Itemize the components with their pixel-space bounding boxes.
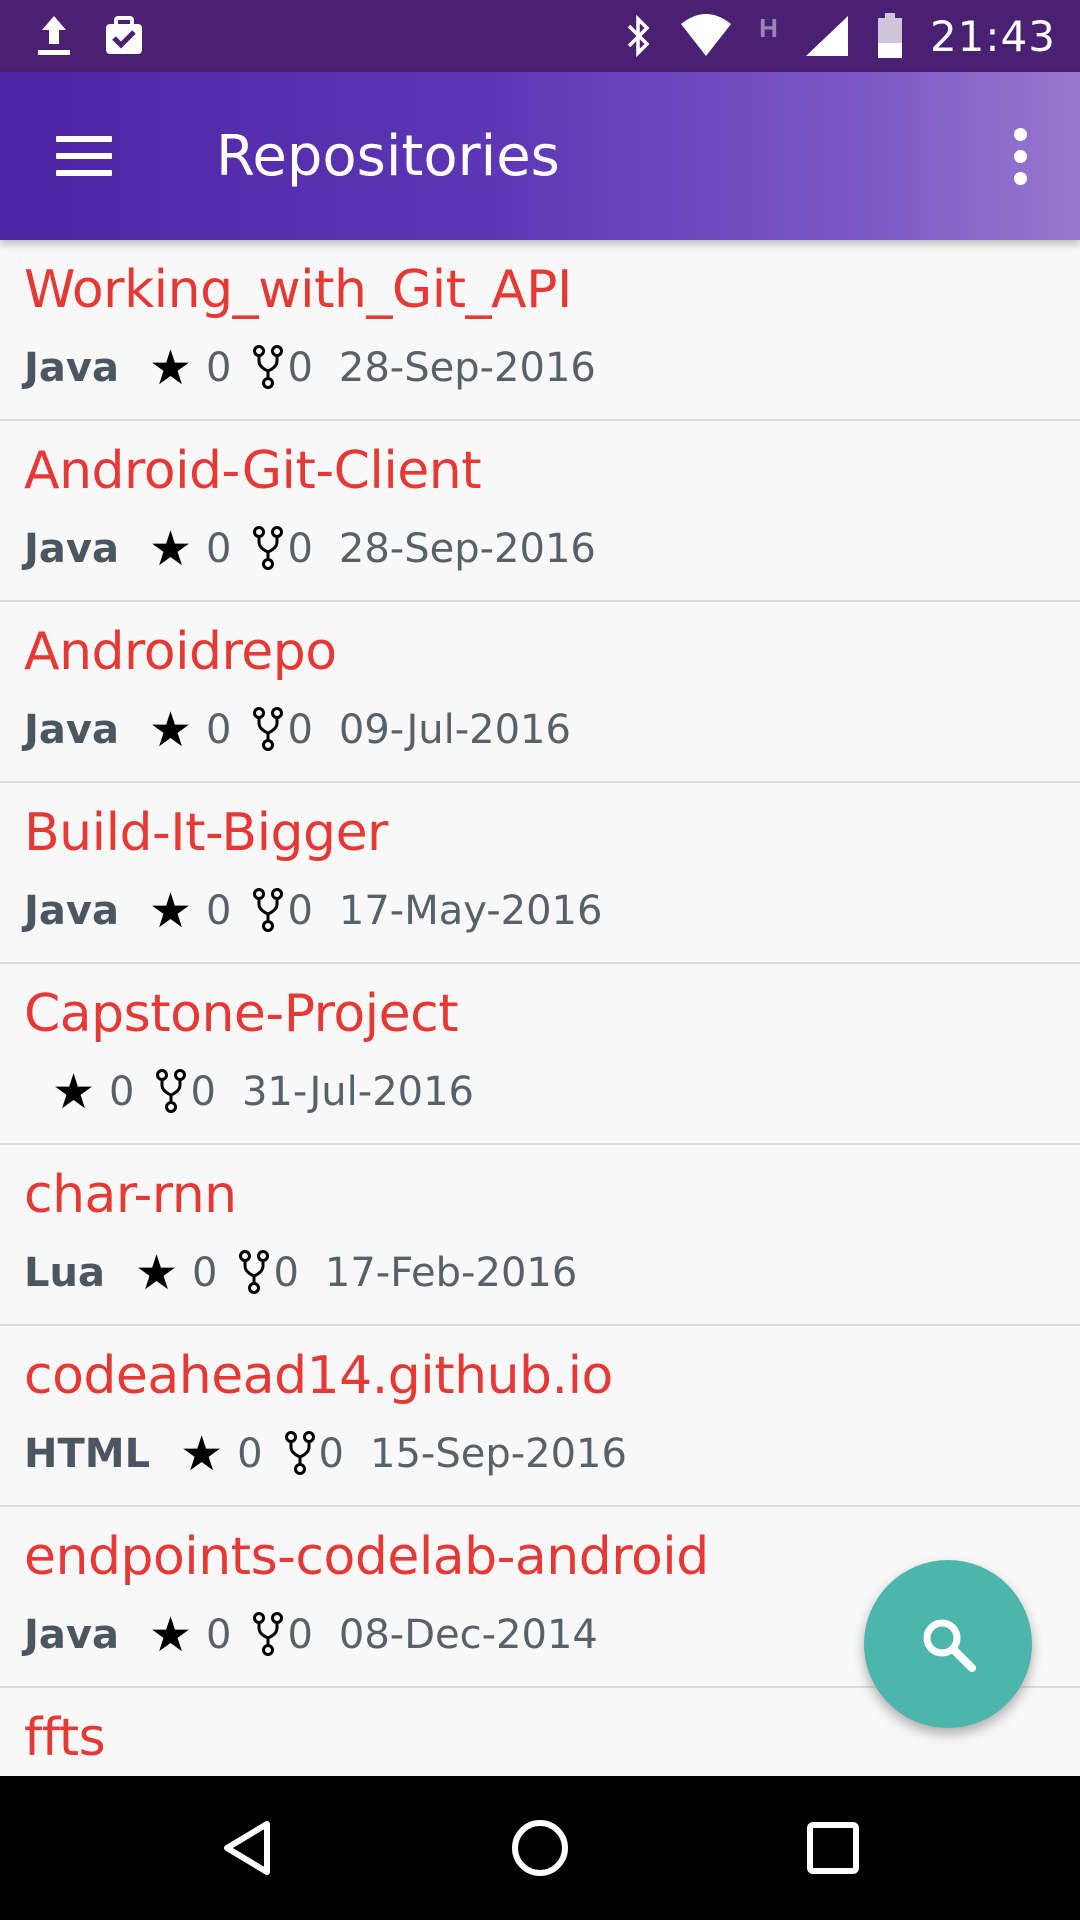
star-icon: ★ xyxy=(148,702,192,758)
repo-meta: HTML ★ 0 0 15-Sep-2016 xyxy=(24,1424,627,1484)
star-icon: ★ xyxy=(148,1607,192,1663)
list-item[interactable]: Androidrepo Java ★ 0 0 09-Jul-2016 xyxy=(0,602,1080,783)
star-count: 0 xyxy=(205,526,232,572)
repo-date: 28-Sep-2016 xyxy=(338,345,596,391)
battery-icon xyxy=(876,13,904,59)
star-count: 0 xyxy=(237,1431,263,1477)
repo-date: 17-Feb-2016 xyxy=(324,1250,578,1296)
repo-date: 31-Jul-2016 xyxy=(241,1069,474,1115)
repo-language: Java xyxy=(24,707,119,753)
star-count: 0 xyxy=(205,345,232,391)
fork-icon xyxy=(253,526,284,570)
recents-icon xyxy=(807,1822,860,1874)
app-bar: Repositories xyxy=(0,72,1080,240)
status-bar: H 21:43 xyxy=(0,0,1080,72)
list-item[interactable]: char-rnn Lua ★ 0 0 17-Feb-2016 xyxy=(0,1145,1080,1326)
fork-icon xyxy=(253,707,284,751)
repo-language: Lua xyxy=(24,1250,105,1296)
star-count: 0 xyxy=(109,1069,135,1115)
fork-icon xyxy=(284,1431,315,1475)
overflow-menu-button[interactable] xyxy=(960,72,1080,240)
repo-name: endpoints-codelab-android xyxy=(24,1527,709,1587)
repo-name: Capstone-Project xyxy=(24,984,459,1044)
list-item[interactable]: codeahead14.github.io HTML ★ 0 0 15-Sep-… xyxy=(0,1326,1080,1507)
search-icon xyxy=(923,1619,976,1672)
star-icon: ★ xyxy=(148,883,192,939)
repo-meta: Java ★ 0 0 17-May-2016 xyxy=(24,881,602,941)
repo-name: codeahead14.github.io xyxy=(24,1346,613,1406)
star-icon: ★ xyxy=(180,1426,224,1482)
bluetooth-icon xyxy=(623,14,653,58)
repo-list[interactable]: Working_with_Git_API Java ★ 0 0 28-Sep-2… xyxy=(0,240,1080,1776)
list-item[interactable]: Working_with_Git_API Java ★ 0 0 28-Sep-2… xyxy=(0,240,1080,421)
fork-count: 0 xyxy=(273,1250,299,1296)
repo-language: Java xyxy=(24,1612,119,1658)
repo-name: Android-Git-Client xyxy=(24,441,482,501)
home-icon xyxy=(511,1820,568,1876)
back-button[interactable] xyxy=(187,1788,307,1908)
repo-language: Java xyxy=(24,526,119,572)
repo-language: HTML xyxy=(24,1431,151,1477)
menu-button[interactable] xyxy=(0,72,168,240)
star-icon: ★ xyxy=(148,340,192,396)
repo-language: Java xyxy=(24,888,119,934)
recents-button[interactable] xyxy=(773,1788,893,1908)
star-icon: ★ xyxy=(134,1245,178,1301)
clipboard-check-icon xyxy=(102,14,146,58)
star-count: 0 xyxy=(205,888,232,934)
search-fab-button[interactable] xyxy=(864,1560,1032,1728)
star-count: 0 xyxy=(205,707,232,753)
star-count: 0 xyxy=(205,1612,232,1658)
list-item[interactable]: Capstone-Project ★ 0 0 31-Jul-2016 xyxy=(0,964,1080,1145)
fork-count: 0 xyxy=(287,345,313,391)
repo-meta: Java ★ 0 0 08-Dec-2014 xyxy=(24,1605,598,1665)
fork-count: 0 xyxy=(287,1612,313,1658)
wifi-icon xyxy=(679,14,733,58)
list-item[interactable]: Android-Git-Client Java ★ 0 0 28-Sep-201… xyxy=(0,421,1080,602)
repo-date: 17-May-2016 xyxy=(338,888,603,934)
more-vertical-icon xyxy=(1013,127,1027,141)
fork-icon xyxy=(253,888,284,932)
repo-meta: Java ★ 0 0 28-Sep-2016 xyxy=(24,338,596,398)
star-count: 0 xyxy=(192,1250,218,1296)
signal-icon xyxy=(804,14,850,58)
repo-meta: Java ★ 0 0 09-Jul-2016 xyxy=(24,700,571,760)
back-icon xyxy=(223,1821,270,1875)
upload-icon xyxy=(36,14,72,58)
repo-date: 09-Jul-2016 xyxy=(338,707,571,753)
repo-date: 15-Sep-2016 xyxy=(370,1431,627,1477)
fork-count: 0 xyxy=(287,888,313,934)
fork-icon xyxy=(239,1250,270,1294)
page-title: Repositories xyxy=(216,123,560,189)
repo-meta: Java ★ 0 0 28-Sep-2016 xyxy=(24,519,596,579)
repo-name: Build-It-Bigger xyxy=(24,803,388,863)
repo-name: Androidrepo xyxy=(24,622,337,682)
hamburger-menu-icon xyxy=(56,136,112,176)
repo-name: char-rnn xyxy=(24,1165,237,1225)
repo-name: Working_with_Git_API xyxy=(24,260,572,320)
fork-count: 0 xyxy=(190,1069,216,1115)
fork-count: 0 xyxy=(287,707,313,753)
status-time: 21:43 xyxy=(929,11,1056,61)
fork-icon xyxy=(253,345,284,389)
star-icon: ★ xyxy=(52,1064,96,1120)
system-nav-bar xyxy=(0,1776,1080,1920)
fork-icon xyxy=(156,1069,187,1113)
fork-count: 0 xyxy=(287,526,313,572)
repo-language: Java xyxy=(24,345,119,391)
repo-date: 08-Dec-2014 xyxy=(338,1612,598,1658)
star-icon: ★ xyxy=(148,521,192,577)
h-network-icon: H xyxy=(759,12,778,43)
fork-count: 0 xyxy=(318,1431,344,1477)
home-button[interactable] xyxy=(480,1788,600,1908)
repo-name: ffts xyxy=(24,1708,106,1768)
repo-meta: Lua ★ 0 0 17-Feb-2016 xyxy=(24,1243,577,1303)
repo-date: 28-Sep-2016 xyxy=(338,526,596,572)
fork-icon xyxy=(253,1612,284,1656)
repo-meta: ★ 0 0 31-Jul-2016 xyxy=(24,1062,474,1122)
list-item[interactable]: Build-It-Bigger Java ★ 0 0 17-May-2016 xyxy=(0,783,1080,964)
